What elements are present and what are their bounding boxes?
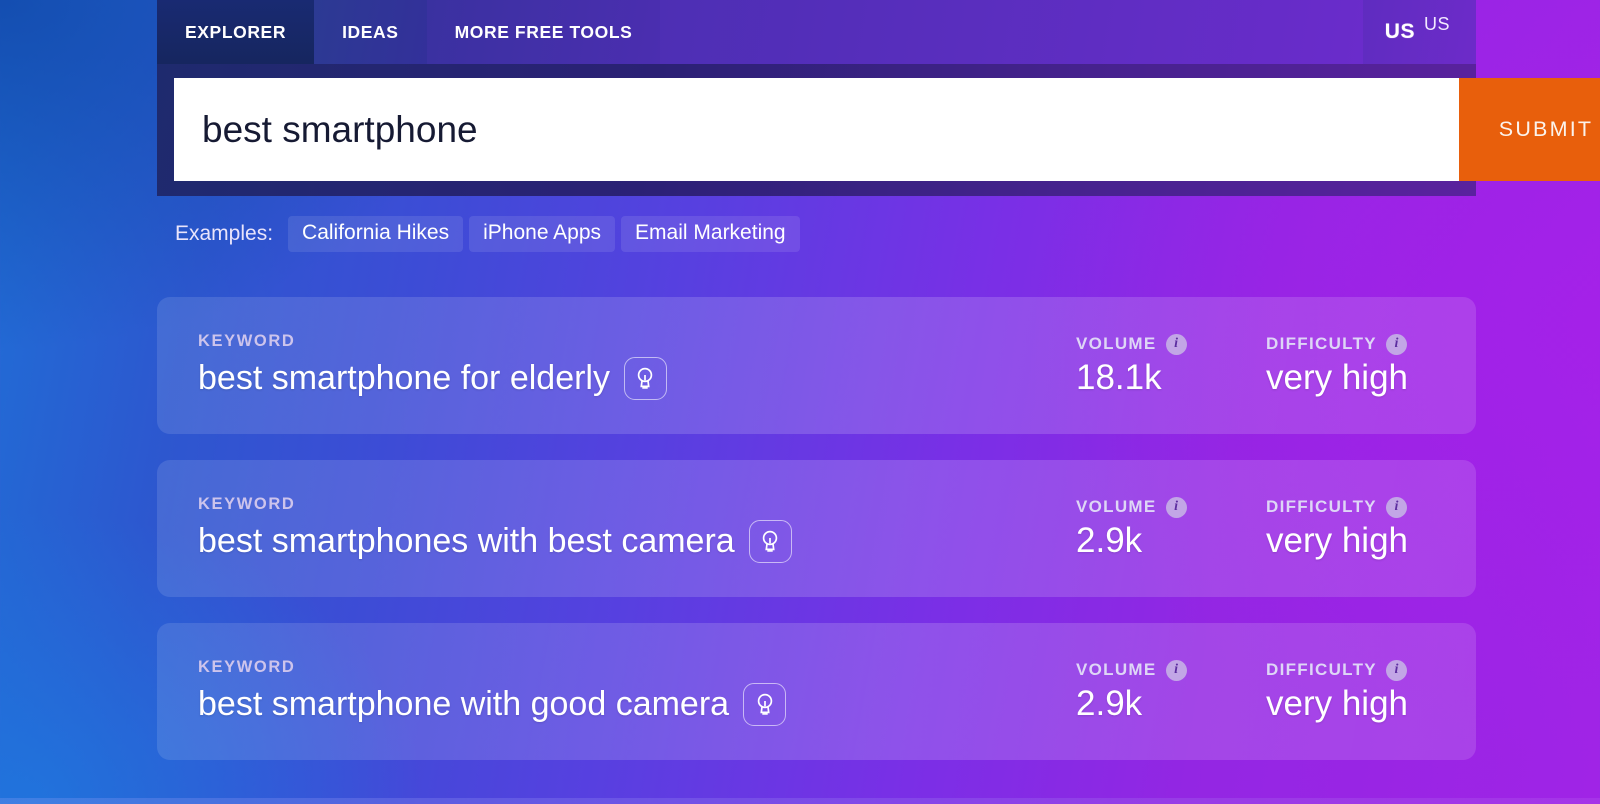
difficulty-label: DIFFICULTY xyxy=(1266,497,1377,516)
header-panel: EXPLORER IDEAS MORE FREE TOOLS US US SUB… xyxy=(157,0,1600,196)
volume-cell: VOLUME i 18.1k xyxy=(1076,333,1266,398)
table-row[interactable]: KEYWORD best smartphones with best camer… xyxy=(157,460,1476,597)
app-root: EXPLORER IDEAS MORE FREE TOOLS US US SUB… xyxy=(0,0,1600,804)
info-icon[interactable]: i xyxy=(1385,659,1407,681)
tab-more-free-tools[interactable]: MORE FREE TOOLS xyxy=(426,0,661,64)
lightbulb-icon[interactable] xyxy=(743,682,787,726)
difficulty-header: DIFFICULTY i xyxy=(1266,333,1476,355)
page-bottom-edge xyxy=(0,798,1600,804)
keyword-cell: KEYWORD best smartphone for elderly xyxy=(198,332,1076,400)
volume-cell: VOLUME i 2.9k xyxy=(1076,496,1266,561)
search-row xyxy=(174,78,1459,181)
difficulty-header: DIFFICULTY i xyxy=(1266,496,1476,518)
volume-header: VOLUME i xyxy=(1076,659,1266,681)
volume-value: 18.1k xyxy=(1076,357,1162,397)
keyword-cell: KEYWORD best smartphone with good camera xyxy=(198,658,1076,726)
submit-button-label: SUBMIT xyxy=(1498,117,1594,141)
info-icon[interactable]: i xyxy=(1385,496,1407,518)
table-row[interactable]: KEYWORD best smartphone with good camera xyxy=(157,623,1476,760)
info-icon[interactable]: i xyxy=(1165,496,1187,518)
navbar-spacer xyxy=(660,0,1363,64)
keyword-text: best smartphone with good camera xyxy=(198,684,730,723)
country-flag-icon: US xyxy=(1384,20,1415,43)
keyword-column-label: KEYWORD xyxy=(198,657,296,676)
lightbulb-icon[interactable] xyxy=(748,519,792,563)
keyword-column-label: KEYWORD xyxy=(198,331,296,350)
volume-label: VOLUME xyxy=(1076,660,1157,679)
keyword-row: best smartphone for elderly xyxy=(198,356,1076,400)
keyword-text: best smartphone for elderly xyxy=(198,358,610,397)
tab-explorer-label: EXPLORER xyxy=(185,21,287,42)
keyword-row: best smartphone with good camera xyxy=(198,682,1076,726)
info-icon[interactable]: i xyxy=(1385,333,1407,355)
tab-ideas[interactable]: IDEAS xyxy=(314,0,427,64)
search-input[interactable] xyxy=(174,78,1459,181)
volume-value: 2.9k xyxy=(1076,520,1143,560)
table-row[interactable]: KEYWORD best smartphone for elderly VOLU… xyxy=(157,297,1476,434)
tab-ideas-label: IDEAS xyxy=(342,21,399,42)
difficulty-label: DIFFICULTY xyxy=(1266,334,1377,353)
info-icon[interactable]: i xyxy=(1165,333,1187,355)
difficulty-header: DIFFICULTY i xyxy=(1266,659,1476,681)
difficulty-value: very high xyxy=(1266,683,1409,723)
volume-value: 2.9k xyxy=(1076,683,1143,723)
keyword-text: best smartphones with best camera xyxy=(198,521,735,560)
examples-label: Examples: xyxy=(175,222,274,245)
tab-explorer[interactable]: EXPLORER xyxy=(157,0,315,64)
volume-header: VOLUME i xyxy=(1076,333,1266,355)
region-selector[interactable]: US US xyxy=(1362,0,1476,64)
difficulty-value: very high xyxy=(1266,520,1409,560)
example-chip-iphone-apps[interactable]: iPhone Apps xyxy=(469,216,616,252)
difficulty-value: very high xyxy=(1266,357,1409,397)
difficulty-label: DIFFICULTY xyxy=(1266,660,1377,679)
keyword-column-label: KEYWORD xyxy=(198,494,296,513)
keyword-cell: KEYWORD best smartphones with best camer… xyxy=(198,495,1076,563)
lightbulb-icon[interactable] xyxy=(623,356,667,400)
examples-row: Examples: California Hikes iPhone Apps E… xyxy=(175,216,800,252)
results-list: KEYWORD best smartphone for elderly VOLU… xyxy=(157,297,1476,786)
example-chip-email-marketing[interactable]: Email Marketing xyxy=(621,216,800,252)
difficulty-cell: DIFFICULTY i very high xyxy=(1266,659,1476,724)
submit-button[interactable]: SUBMIT xyxy=(1459,78,1600,181)
example-chip-california-hikes[interactable]: California Hikes xyxy=(288,216,464,252)
keyword-row: best smartphones with best camera xyxy=(198,519,1076,563)
volume-label: VOLUME xyxy=(1076,497,1157,516)
volume-label: VOLUME xyxy=(1076,334,1157,353)
volume-header: VOLUME i xyxy=(1076,496,1266,518)
difficulty-cell: DIFFICULTY i very high xyxy=(1266,333,1476,398)
info-icon[interactable]: i xyxy=(1165,659,1187,681)
region-code-label: US xyxy=(1423,14,1450,34)
volume-cell: VOLUME i 2.9k xyxy=(1076,659,1266,724)
tab-more-free-tools-label: MORE FREE TOOLS xyxy=(454,21,633,42)
difficulty-cell: DIFFICULTY i very high xyxy=(1266,496,1476,561)
main-navigation: EXPLORER IDEAS MORE FREE TOOLS US US xyxy=(157,0,1476,64)
